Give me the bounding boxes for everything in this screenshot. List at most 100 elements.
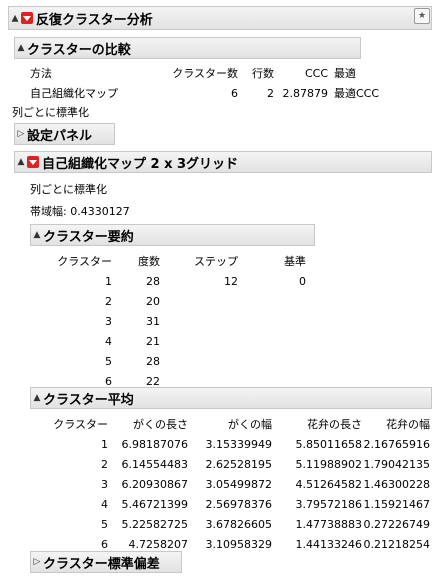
table-cell: 1.44133246	[295, 537, 362, 551]
table-cell	[238, 291, 306, 311]
table-cell: 12	[224, 274, 238, 288]
table-row: 2 20	[48, 291, 306, 311]
table-row: 2 6.14554483 2.62528195 5.11988902 1.790…	[46, 454, 430, 474]
stddev-title: クラスター標準偏差	[43, 556, 160, 572]
means-table: クラスター がくの長さ がくの幅 花弁の長さ 花弁の幅 1 6.98187076…	[46, 414, 430, 554]
header-cell: 最適	[334, 67, 356, 80]
summary-title: クラスター要約	[43, 229, 134, 245]
disclosure-open-icon[interactable]: ▲	[15, 157, 27, 167]
compare-title: クラスターの比較	[27, 42, 131, 58]
table-row: 3 31	[48, 311, 306, 331]
table-cell	[160, 331, 238, 351]
pin-icon[interactable]: ★	[414, 8, 430, 24]
som-note: 列ごとに標準化	[30, 183, 107, 196]
summary-header: ▲ クラスター要約	[30, 224, 315, 246]
header-cell: 花弁の幅	[386, 418, 430, 431]
table-cell: 4.51264582	[295, 477, 362, 491]
table-row: 1 28 12 0	[48, 271, 306, 291]
disclosure-open-icon[interactable]: ▲	[31, 393, 43, 403]
table-cell: 5.46721399	[121, 497, 188, 511]
main-title: 反復クラスター分析	[36, 12, 153, 28]
table-cell: 6.20930867	[121, 477, 188, 491]
disclosure-open-icon[interactable]: ▼	[9, 13, 21, 23]
table-cell: 21	[146, 334, 160, 348]
summary-table: クラスター 度数 ステップ 基準 1 28 12 0 2 20 3 31 4 2…	[48, 251, 306, 391]
table-cell: 5	[101, 517, 108, 531]
header-cell: クラスター数	[172, 67, 238, 80]
table-cell: 4	[101, 497, 108, 511]
header-cell: がくの長さ	[133, 418, 188, 431]
table-cell: 2	[267, 86, 274, 100]
stddev-header[interactable]: ▷ クラスター標準偏差	[30, 551, 182, 573]
table-cell: 3.10958329	[205, 537, 272, 551]
table-cell: 6	[231, 86, 238, 100]
table-row: 5 5.22582725 3.67826605 1.47738883 0.272…	[46, 514, 430, 534]
table-row: 4 21	[48, 331, 306, 351]
header-cell: 基準	[284, 255, 306, 268]
table-cell: 自己組織化マップ	[30, 87, 118, 100]
table-cell: 3.15339949	[205, 437, 272, 451]
settings-title: 設定パネル	[27, 128, 93, 144]
means-header: ▲ クラスター平均	[30, 387, 432, 409]
disclosure-open-icon[interactable]: ▲	[15, 43, 27, 53]
means-title: クラスター平均	[43, 392, 134, 408]
table-cell: 1.15921467	[363, 497, 430, 511]
table-row: 5 28	[48, 351, 306, 371]
table-row: 4 5.46721399 2.56978376 3.79572186 1.159…	[46, 494, 430, 514]
header-cell: クラスター	[53, 418, 108, 431]
table-cell: 1.47738883	[295, 517, 362, 531]
table-cell: 3	[101, 477, 108, 491]
table-cell: 20	[146, 294, 160, 308]
table-cell: 5.85011658	[295, 437, 362, 451]
table-cell: 0.21218254	[363, 537, 430, 551]
table-cell: 0.27226749	[363, 517, 430, 531]
compare-header: ▲ クラスターの比較	[14, 37, 361, 59]
header-cell: CCC	[304, 66, 328, 80]
table-cell: 5.22582725	[121, 517, 188, 531]
settings-header[interactable]: ▷ 設定パネル	[14, 123, 115, 145]
table-cell: 31	[146, 314, 160, 328]
som-title: 自己組織化マップ 2 x 3グリッド	[42, 156, 239, 172]
compare-table: 方法 クラスター数 行数 CCC 最適 自己組織化マップ 6 2 2.87879…	[30, 63, 394, 103]
table-cell: 3.79572186	[295, 497, 362, 511]
table-cell: 最適CCC	[334, 87, 380, 100]
table-cell	[160, 311, 238, 331]
table-cell: 3.05499872	[205, 477, 272, 491]
table-cell: 2	[105, 294, 112, 308]
table-cell: 6.98187076	[121, 437, 188, 451]
table-cell: 2.87879	[282, 86, 329, 100]
header-cell: 花弁の長さ	[307, 418, 362, 431]
table-cell: 28	[146, 274, 160, 288]
red-menu-icon[interactable]	[21, 12, 33, 24]
header-cell: 度数	[138, 255, 160, 268]
table-cell	[160, 351, 238, 371]
table-cell	[238, 311, 306, 331]
table-cell: 2.16765916	[363, 437, 430, 451]
table-cell: 6.14554483	[121, 457, 188, 471]
red-menu-icon[interactable]	[27, 156, 39, 168]
table-cell: 1	[105, 274, 112, 288]
disclosure-open-icon[interactable]: ▲	[31, 230, 43, 240]
table-cell: 2	[101, 457, 108, 471]
table-cell: 0	[299, 274, 306, 288]
table-cell	[160, 291, 238, 311]
table-cell: 28	[146, 354, 160, 368]
header-cell: がくの幅	[228, 418, 272, 431]
disclosure-closed-icon[interactable]: ▷	[15, 129, 27, 139]
table-cell	[238, 351, 306, 371]
table-cell: 3.67826605	[205, 517, 272, 531]
table-cell: 5	[105, 354, 112, 368]
header-cell: ステップ	[194, 255, 238, 268]
main-header: ▼ 反復クラスター分析	[8, 6, 432, 30]
standardize-note: 列ごとに標準化	[12, 106, 89, 119]
header-cell: 方法	[30, 67, 52, 80]
table-cell: 1	[101, 437, 108, 451]
table-row: 1 6.98187076 3.15339949 5.85011658 2.167…	[46, 434, 430, 454]
table-row: 3 6.20930867 3.05499872 4.51264582 1.463…	[46, 474, 430, 494]
disclosure-closed-icon[interactable]: ▷	[31, 557, 43, 567]
bandwidth-label: 帯域幅: 0.4330127	[30, 205, 130, 218]
header-cell: 行数	[252, 67, 274, 80]
table-cell: 2.62528195	[205, 457, 272, 471]
table-cell: 5.11988902	[295, 457, 362, 471]
table-cell: 1.79042135	[363, 457, 430, 471]
